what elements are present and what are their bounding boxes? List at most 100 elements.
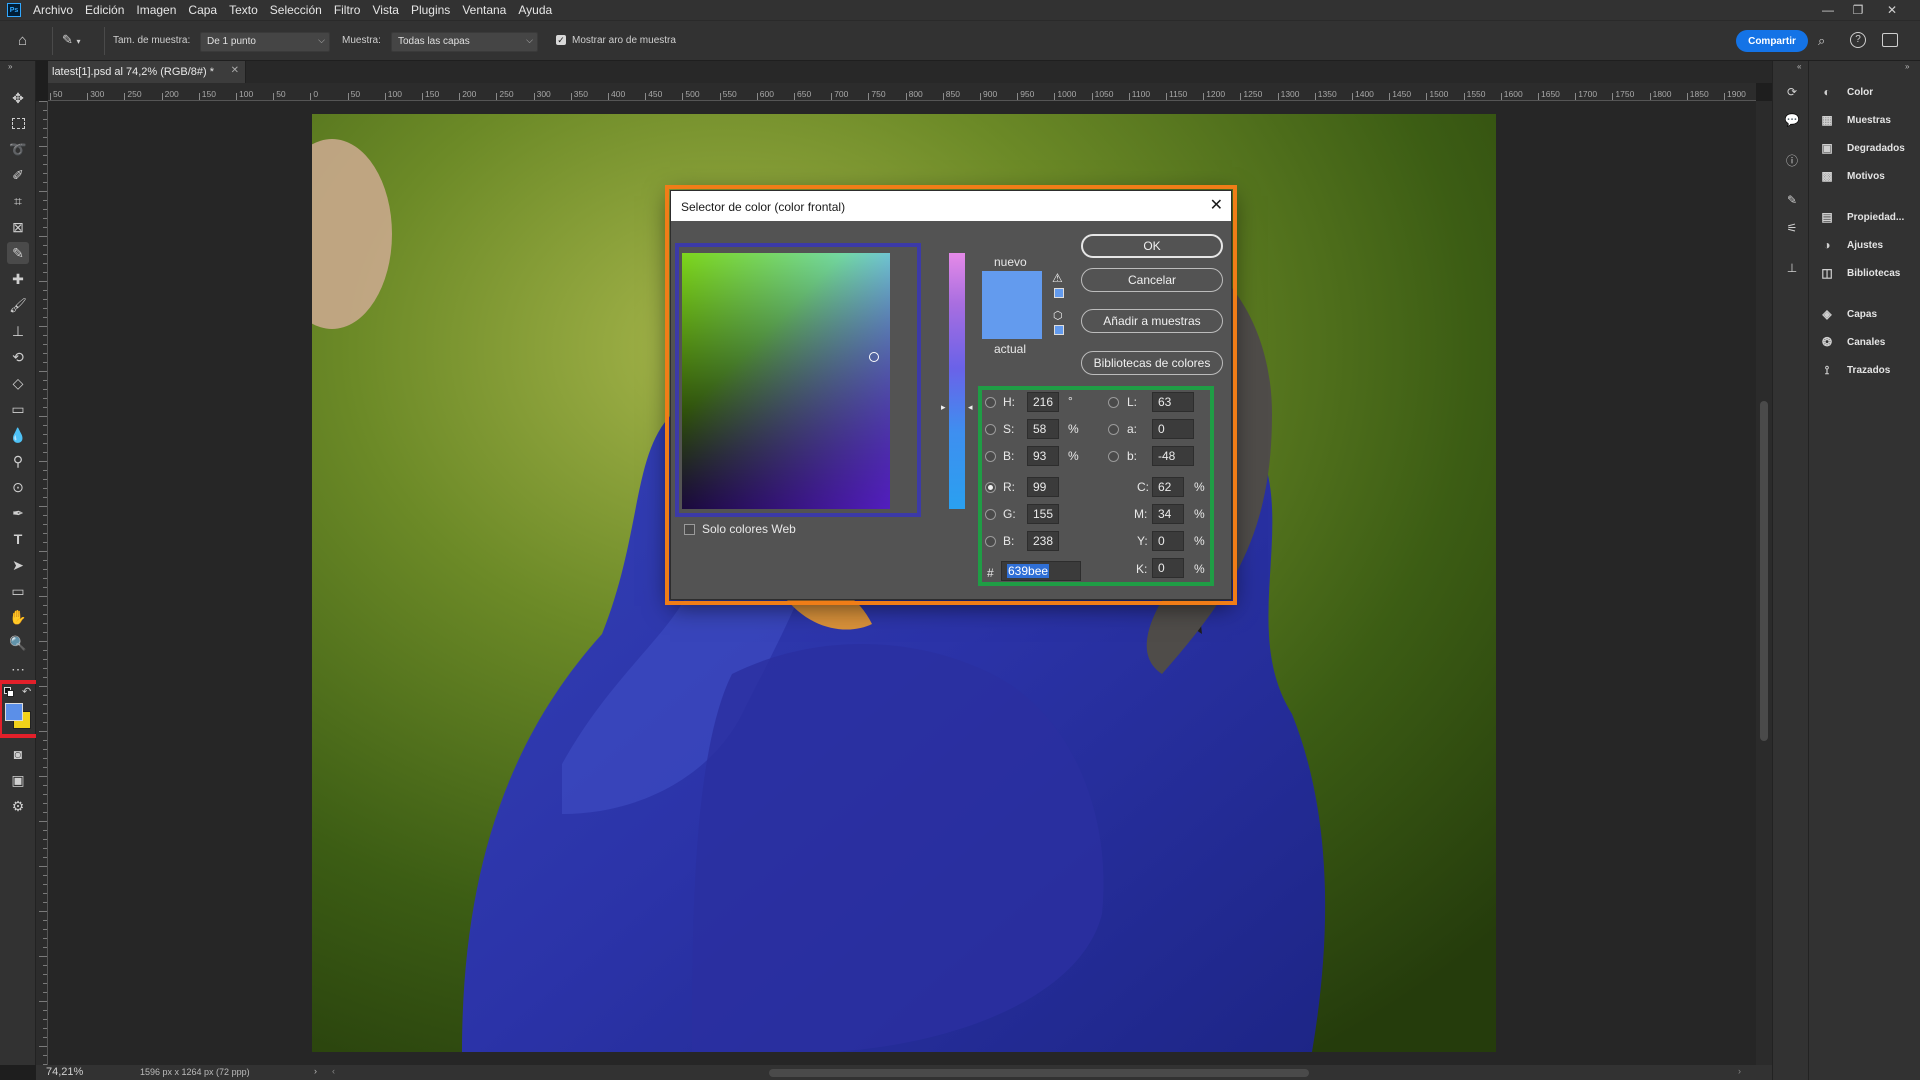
menu-capa[interactable]: Capa <box>182 0 223 20</box>
rectangle-tool-icon[interactable]: ▭ <box>7 580 29 602</box>
pen-tool-icon[interactable]: ✒ <box>7 502 29 524</box>
menu-imagen[interactable]: Imagen <box>130 0 182 20</box>
expand-panels-icon[interactable]: » <box>1905 62 1909 71</box>
eyedropper-preset-icon[interactable]: ✎ ▾ <box>62 32 92 50</box>
clone-source-icon[interactable]: ⊥ <box>1783 259 1801 277</box>
ruler-tick-line <box>43 1019 47 1020</box>
ruler-tick-line <box>39 776 47 777</box>
marquee-tool-icon[interactable] <box>7 112 29 134</box>
ruler-tick-line <box>43 155 47 156</box>
scroll-right-icon[interactable]: › <box>1738 1066 1741 1076</box>
show-ring-checkbox[interactable]: ✓ <box>556 35 566 45</box>
quick-mask-icon[interactable]: ◙ <box>7 743 29 765</box>
ruler-tick-line <box>1017 93 1019 100</box>
panel-properties[interactable]: ▤ Propiedad... <box>1819 208 1904 226</box>
panel-libraries[interactable]: ◫ Bibliotecas <box>1819 264 1900 282</box>
ruler-tick-line <box>1500 93 1502 100</box>
gradients-icon: ▣ <box>1821 141 1833 155</box>
menu-texto[interactable]: Texto <box>223 0 264 20</box>
ruler-tick-line <box>43 497 47 498</box>
vertical-scroll-thumb[interactable] <box>1760 401 1768 741</box>
ruler-tick-line <box>124 93 126 100</box>
eraser-tool-icon[interactable]: ◇ <box>7 372 29 394</box>
ruler-tick-line <box>756 93 758 100</box>
panel-layers[interactable]: ◈ Capas <box>1819 305 1877 323</box>
menu-plugins[interactable]: Plugins <box>405 0 456 20</box>
crop-tool-icon[interactable]: ⌗ <box>7 190 29 212</box>
ruler-tick-line <box>1649 93 1651 100</box>
menu-edicion[interactable]: Edición <box>79 0 130 20</box>
ruler-tick-label: 1000 <box>1057 89 1077 99</box>
panel-gradients[interactable]: ▣ Degradados <box>1819 139 1904 157</box>
sample-select[interactable]: Todas las capas ⌵ <box>391 32 538 52</box>
path-selection-tool-icon[interactable]: ➤ <box>7 554 29 576</box>
panel-paths[interactable]: ⟟ Trazados <box>1819 361 1891 379</box>
ruler-tick-line <box>43 425 47 426</box>
ruler-tick-line <box>43 398 47 399</box>
ruler-tick-line <box>310 93 312 100</box>
type-tool-icon[interactable]: T <box>7 528 29 550</box>
menu-archivo[interactable]: Archivo <box>27 0 79 20</box>
panel-channels[interactable]: ❂ Canales <box>1819 333 1885 351</box>
history-icon[interactable]: ⟳ <box>1783 83 1801 101</box>
frame-tool-icon[interactable]: ⊠ <box>7 216 29 238</box>
menu-filtro[interactable]: Filtro <box>328 0 367 20</box>
eyedropper-tool-icon[interactable]: ✎ <box>7 242 29 264</box>
collapse-panel-icon[interactable]: » <box>8 62 12 71</box>
more-tools-icon[interactable]: ⋯ <box>7 658 29 680</box>
ruler-tick-label: 1050 <box>1094 89 1114 99</box>
close-tab-icon[interactable]: ✕ <box>231 65 239 76</box>
ruler-tick-line <box>43 263 47 264</box>
clone-stamp-tool-icon[interactable]: ⊥ <box>7 320 29 342</box>
lasso-tool-icon[interactable]: ➰ <box>7 138 29 160</box>
document-tab[interactable]: latest[1].psd al 74,2% (RGB/8#) * ✕ <box>48 61 246 83</box>
brush-tool-icon[interactable]: 🖌 <box>7 294 29 316</box>
panel-patterns[interactable]: ▩ Motivos <box>1819 167 1884 185</box>
screen-mode-icon[interactable]: ▣ <box>7 769 29 791</box>
panel-adjustments[interactable]: ◑ Ajustes <box>1819 236 1883 254</box>
ruler-tick-line <box>43 380 47 381</box>
ruler-tick-line <box>868 93 870 100</box>
ruler-tick-label: 900 <box>983 89 998 99</box>
zoom-level[interactable]: 74,21% <box>46 1066 83 1078</box>
help-icon[interactable]: ? <box>1850 32 1866 48</box>
info-icon[interactable]: ⓘ <box>1783 151 1801 169</box>
blur-tool-icon[interactable]: 💧 <box>7 424 29 446</box>
zoom-sponge-tool-icon[interactable]: ⊙ <box>7 476 29 498</box>
vertical-scrollbar[interactable] <box>1756 101 1772 1065</box>
home-icon[interactable]: ⌂ <box>18 32 38 50</box>
ruler-tick-line <box>43 470 47 471</box>
search-icon[interactable]: ⌕ <box>1818 33 1834 49</box>
close-window-icon[interactable]: ✕ <box>1872 0 1912 20</box>
dodge-tool-icon[interactable]: ⚲ <box>7 450 29 472</box>
ruler-tick-line <box>43 983 47 984</box>
scroll-left-icon[interactable]: ‹ <box>332 1066 335 1076</box>
right-icon-strip: « ⟳ 💬 ⓘ ✎ ⚟ ⊥ <box>1772 61 1808 1080</box>
share-button[interactable]: Compartir <box>1736 30 1808 52</box>
workspace-icon[interactable] <box>1882 33 1898 47</box>
edit-toolbar-icon[interactable]: ⚙ <box>7 795 29 817</box>
menu-ventana[interactable]: Ventana <box>456 0 512 20</box>
comments-icon[interactable]: 💬 <box>1783 111 1801 129</box>
ruler-tick-line <box>43 893 47 894</box>
ruler-tick-line <box>43 839 47 840</box>
move-tool-icon[interactable]: ✥ <box>7 87 29 109</box>
sample-size-select[interactable]: De 1 punto ⌵ <box>200 32 330 52</box>
menu-seleccion[interactable]: Selección <box>264 0 328 20</box>
menu-vista[interactable]: Vista <box>366 0 404 20</box>
status-menu-chevron-icon[interactable]: › <box>314 1066 317 1076</box>
gradient-tool-icon[interactable]: ▭ <box>7 398 29 420</box>
healing-brush-tool-icon[interactable]: ✚ <box>7 268 29 290</box>
horizontal-scroll-thumb[interactable] <box>769 1069 1309 1077</box>
brush-settings-icon[interactable]: ⚟ <box>1783 219 1801 237</box>
panel-swatches[interactable]: ▦ Muestras <box>1819 111 1891 129</box>
history-brush-tool-icon[interactable]: ⟲ <box>7 346 29 368</box>
zoom-tool-icon[interactable]: 🔍 <box>7 632 29 654</box>
panel-color[interactable]: ◐ Color <box>1819 83 1873 101</box>
quick-selection-tool-icon[interactable]: ✐ <box>7 164 29 186</box>
menu-ayuda[interactable]: Ayuda <box>512 0 558 20</box>
brushes-icon[interactable]: ✎ <box>1783 191 1801 209</box>
ruler-tick-label: 150 <box>425 89 440 99</box>
collapse-strip-icon[interactable]: « <box>1797 62 1801 71</box>
hand-tool-icon[interactable]: ✋ <box>7 606 29 628</box>
